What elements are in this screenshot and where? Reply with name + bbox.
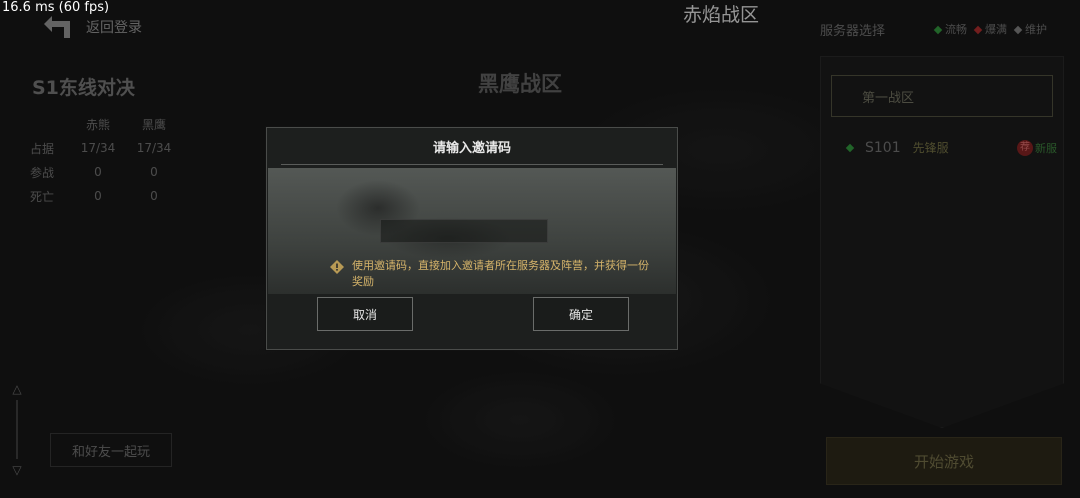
invite-code-input[interactable] <box>380 219 548 243</box>
invite-code-dialog: 请输入邀请码 使用邀请码，直接加入邀请者所在服务器及阵营，并获得一份奖励 取消 … <box>266 127 678 350</box>
warning-icon <box>330 260 344 274</box>
tip-text: 使用邀请码，直接加入邀请者所在服务器及阵营，并获得一份奖励 <box>352 259 649 288</box>
dialog-body: 使用邀请码，直接加入邀请者所在服务器及阵营，并获得一份奖励 <box>268 168 676 294</box>
confirm-button[interactable]: 确定 <box>533 297 629 331</box>
fps-counter: 16.6 ms (60 fps) <box>2 0 110 15</box>
dialog-title: 请输入邀请码 <box>432 140 511 156</box>
title-divider <box>281 164 663 165</box>
cancel-button[interactable]: 取消 <box>317 297 413 331</box>
invite-tip: 使用邀请码，直接加入邀请者所在服务器及阵营，并获得一份奖励 <box>330 258 650 290</box>
